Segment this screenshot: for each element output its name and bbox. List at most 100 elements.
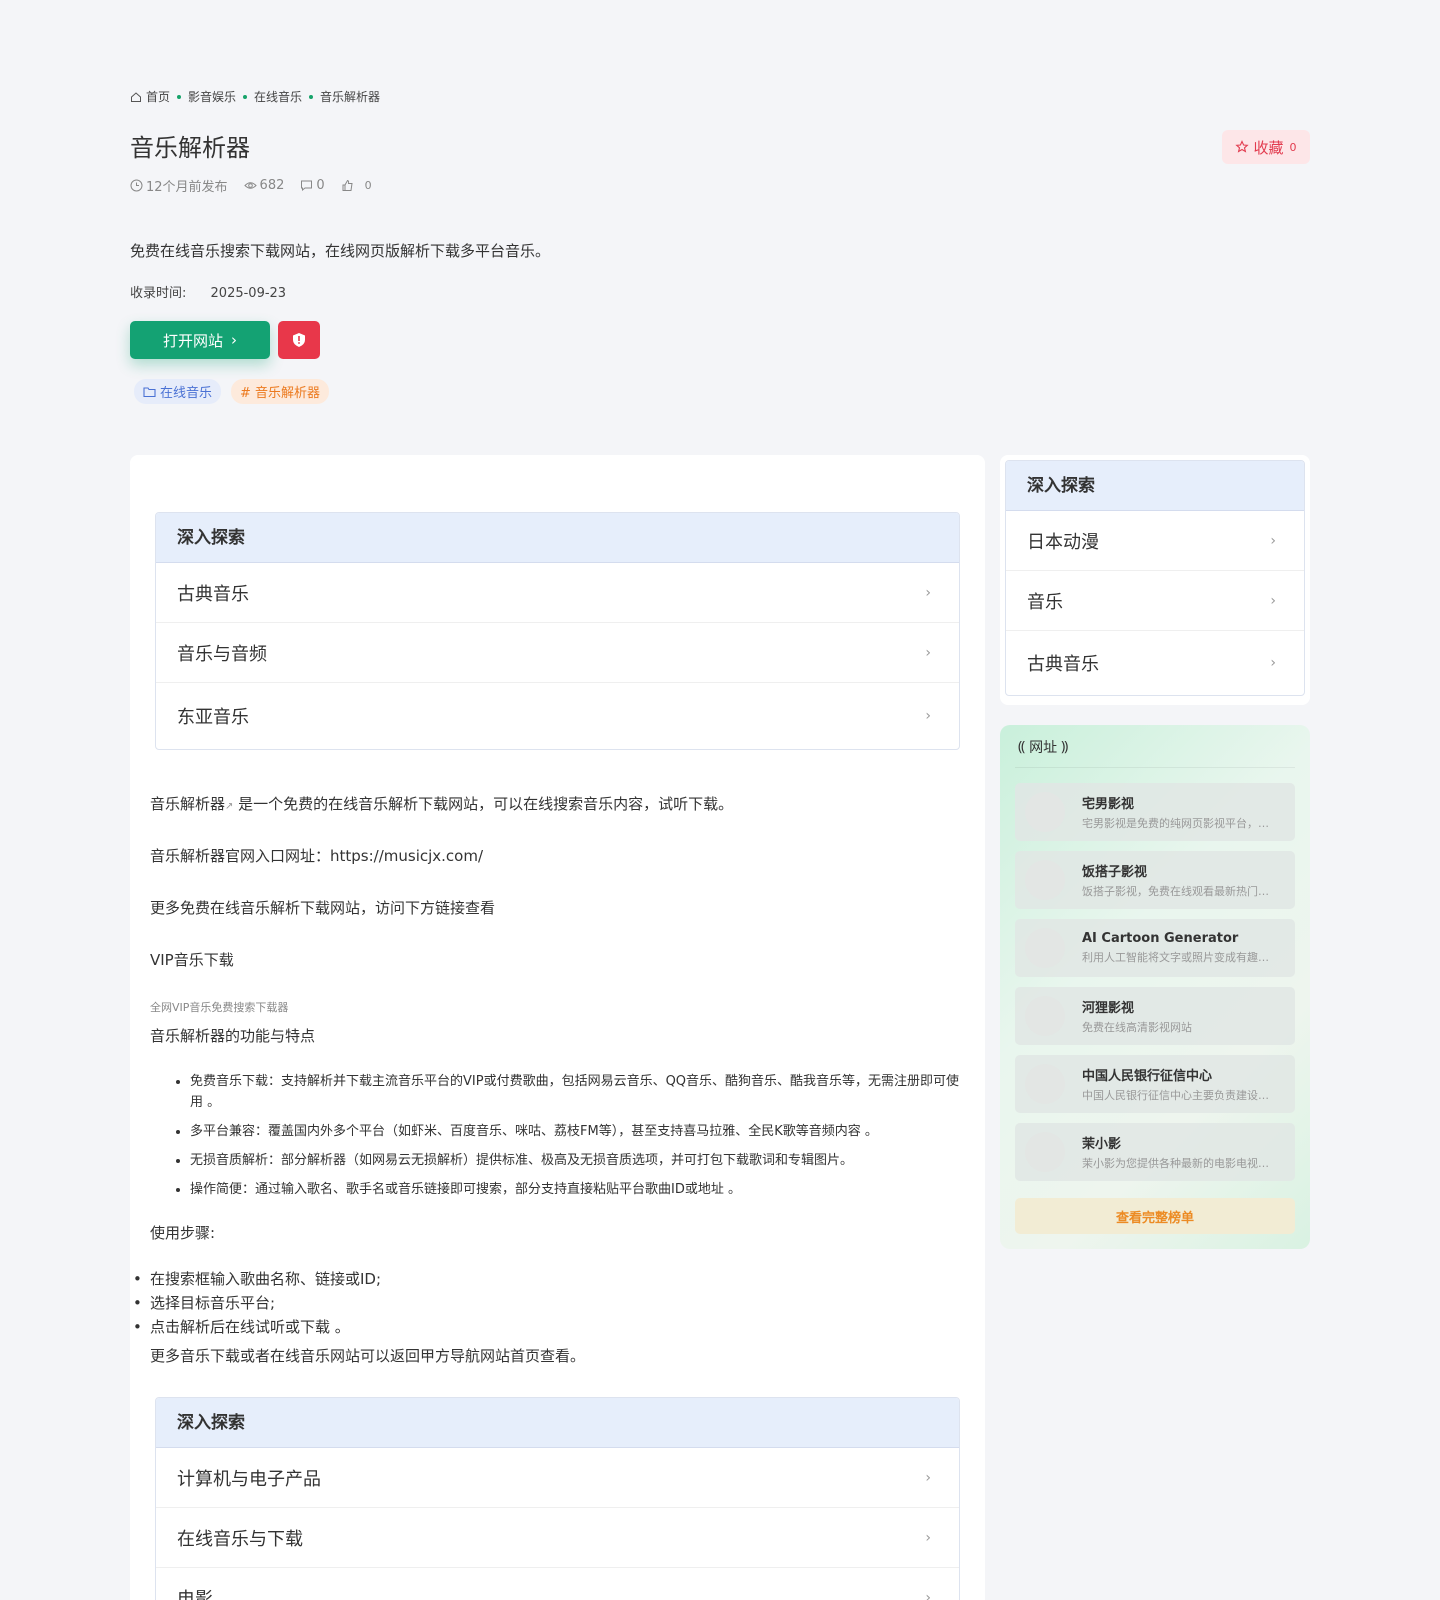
site-name: 茉小影 <box>1082 1137 1122 1152</box>
sidebar-explore-card: 深入探索 日本动漫 › 音乐 › 古典音乐 › <box>1000 455 1310 705</box>
keyword-tag-label: # 音乐解析器 <box>240 386 321 401</box>
chevron-right-icon: › <box>925 1590 931 1600</box>
comment-count[interactable]: 0 <box>300 178 325 193</box>
keyword-tag[interactable]: # 音乐解析器 <box>231 379 330 404</box>
explore-item[interactable]: 古典音乐 › <box>156 563 959 623</box>
list-item: 选择目标音乐平台; <box>133 1291 381 1315</box>
site-summary: 免费在线高清影视网站 <box>1082 1021 1192 1034</box>
home-icon <box>131 91 141 102</box>
article-paragraph: 更多免费在线音乐解析下载网站，访问下方链接查看 <box>150 899 496 917</box>
publish-time-text: 12个月前发布 <box>146 180 228 195</box>
site-avatar <box>1025 928 1065 968</box>
category-tag-label: 在线音乐 <box>160 386 213 401</box>
thumbs-up-icon <box>342 179 353 191</box>
explore-item[interactable]: 古典音乐 › <box>1006 631 1304 695</box>
hot-site-item[interactable]: AI Cartoon Generator 利用人工智能将文字或照片变成有趣… <box>1015 919 1295 977</box>
section-heading: 使用步骤: <box>150 1224 216 1242</box>
image-caption: 全网VIP音乐免费搜索下载器 <box>150 1001 289 1014</box>
article-paragraph: 音乐解析器↗ 是一个免费的在线音乐解析下载网站，可以在线搜索音乐内容，试听下载。 <box>150 793 733 814</box>
view-count-text: 682 <box>259 178 285 193</box>
hot-site-item[interactable]: 茉小影茉小影为您提供各种最新的电影电视… <box>1015 1123 1295 1181</box>
explore-item-label: 古典音乐 <box>1027 654 1099 675</box>
chevron-right-icon: › <box>925 1529 931 1546</box>
like-count-text: 0 <box>364 179 372 192</box>
list-item: 操作简便：通过输入歌名、歌手名或音乐链接即可搜索，部分支持直接粘贴平台歌曲ID或… <box>190 1179 970 1200</box>
explore-title: 深入探索 <box>156 1398 959 1448</box>
like-button[interactable]: 0 <box>341 179 372 192</box>
article-paragraph: VIP音乐下载 <box>150 951 234 969</box>
list-item: 无损音质解析：部分解析器（如网易云无损解析）提供标准、极高及无损音质选项，并可打… <box>190 1150 970 1171</box>
hot-site-item[interactable]: 饭搭子影视 饭搭子影视，免费在线观看最新热门… <box>1015 851 1295 909</box>
hot-sites-title-text: 网址 <box>1029 740 1058 756</box>
explore-item-label: 计算机与电子产品 <box>177 1468 321 1490</box>
breadcrumb-separator <box>309 94 314 99</box>
report-button[interactable] <box>278 321 320 359</box>
site-avatar <box>1025 996 1065 1036</box>
chevron-right-icon: › <box>925 584 931 601</box>
site-summary: 饭搭子影视，免费在线观看最新热门… <box>1082 885 1269 898</box>
article-paragraph: 音乐解析器官网入口网址：https://musicjx.com/ <box>150 847 484 865</box>
hot-sites-card: ⸨ 网址 ⸩ 宅男影视 宅男影视是免费的纯网页影视平台，… 饭搭子影视 饭搭子影视，… <box>1000 725 1310 1249</box>
breadcrumb-subcategory[interactable]: 在线音乐 <box>254 88 302 105</box>
explore-item-label: 东亚音乐 <box>177 707 249 728</box>
chevron-right-icon: › <box>231 331 237 349</box>
site-description: 免费在线音乐搜索下载网站，在线网页版解析下载多平台音乐。 <box>130 242 551 260</box>
explore-item[interactable]: 音乐 › <box>1006 571 1304 631</box>
site-summary: 茉小影为您提供各种最新的电影电视… <box>1082 1157 1269 1170</box>
favorite-count: 0 <box>1289 140 1297 154</box>
list-item: 在搜索框输入歌曲名称、链接或ID; <box>133 1267 381 1291</box>
explore-item[interactable]: 日本动漫 › <box>1006 511 1304 571</box>
explore-item-label: 音乐 <box>1027 591 1063 613</box>
site-avatar <box>1025 1132 1065 1172</box>
favorite-button[interactable]: 收藏 0 <box>1222 130 1310 164</box>
hot-sites-title: ⸨ 网址 ⸩ <box>1018 737 1068 757</box>
breadcrumb-category[interactable]: 影音娱乐 <box>188 88 236 105</box>
divider <box>1015 767 1295 768</box>
hot-site-item[interactable]: 中国人民银行征信中心 中国人民银行征信中心主要负责建设… <box>1015 1055 1295 1113</box>
post-meta: 12个月前发布 682 0 0 <box>130 176 372 195</box>
hot-site-item[interactable]: 宅男影视 宅男影视是免费的纯网页影视平台，… <box>1015 783 1295 841</box>
site-name: AI Cartoon Generator <box>1082 931 1239 946</box>
category-tag[interactable]: 在线音乐 <box>134 379 222 404</box>
view-count: 682 <box>243 178 285 193</box>
explore-title: 深入探索 <box>156 513 959 563</box>
explore-item[interactable]: 东亚音乐 › <box>156 683 959 749</box>
section-heading: 音乐解析器的功能与特点 <box>150 1027 316 1045</box>
chevron-right-icon: › <box>1270 532 1276 549</box>
breadcrumb-separator <box>243 94 248 99</box>
breadcrumb-home[interactable]: 首页 <box>146 88 170 105</box>
step-list: 在搜索框输入歌曲名称、链接或ID; 选择目标音乐平台; 点击解析后在线试听或下载… <box>133 1267 381 1339</box>
chevron-right-icon: › <box>925 1469 931 1486</box>
site-link[interactable]: 音乐解析器 <box>150 795 225 813</box>
feature-list: 免费音乐下载：支持解析并下载主流音乐平台的VIP或付费歌曲，包括网易云音乐、QQ… <box>190 1071 970 1208</box>
page-title: 音乐解析器 <box>130 134 250 162</box>
explore-item[interactable]: 计算机与电子产品 › <box>156 1448 959 1508</box>
explore-item-label: 音乐与音频 <box>177 643 267 665</box>
hot-site-item[interactable]: 河狸影视 免费在线高清影视网站 <box>1015 987 1295 1045</box>
shield-alert-icon <box>293 333 305 347</box>
site-name: 中国人民银行征信中心 <box>1082 1069 1213 1084</box>
site-name: 宅男影视 <box>1082 797 1135 812</box>
explore-item[interactable]: 在线音乐与下载 › <box>156 1508 959 1568</box>
explore-item[interactable]: 电影 › <box>156 1568 959 1600</box>
open-website-button[interactable]: 打开网站 › <box>130 321 270 359</box>
breadcrumb: 首页 影音娱乐 在线音乐 音乐解析器 <box>130 88 380 105</box>
article-paragraph: 更多音乐下载或者在线音乐网站可以返回甲方导航网站首页查看。 <box>150 1347 586 1365</box>
explore-item-label: 日本动漫 <box>1027 531 1099 553</box>
chevron-right-icon: › <box>1270 655 1276 671</box>
laurel-right-icon: ⸩ <box>1061 739 1069 755</box>
chevron-right-icon: › <box>925 644 931 661</box>
explore-box-top: 深入探索 古典音乐 › 音乐与音频 › 东亚音乐 › <box>155 512 960 750</box>
site-avatar <box>1025 860 1065 900</box>
collect-time-value: 2025-09-23 <box>210 286 287 301</box>
comment-icon <box>301 180 313 192</box>
eye-icon <box>243 182 257 189</box>
sidebar-explore-box: 深入探索 日本动漫 › 音乐 › 古典音乐 › <box>1005 460 1305 696</box>
star-icon <box>1235 140 1250 153</box>
explore-item[interactable]: 音乐与音频 › <box>156 623 959 683</box>
chevron-right-icon: › <box>925 708 931 724</box>
favorite-label: 收藏 <box>1253 138 1284 157</box>
view-full-list-button[interactable]: 查看完整榜单 <box>1015 1198 1295 1234</box>
explore-item-label: 古典音乐 <box>177 583 249 605</box>
breadcrumb-separator <box>177 94 182 99</box>
